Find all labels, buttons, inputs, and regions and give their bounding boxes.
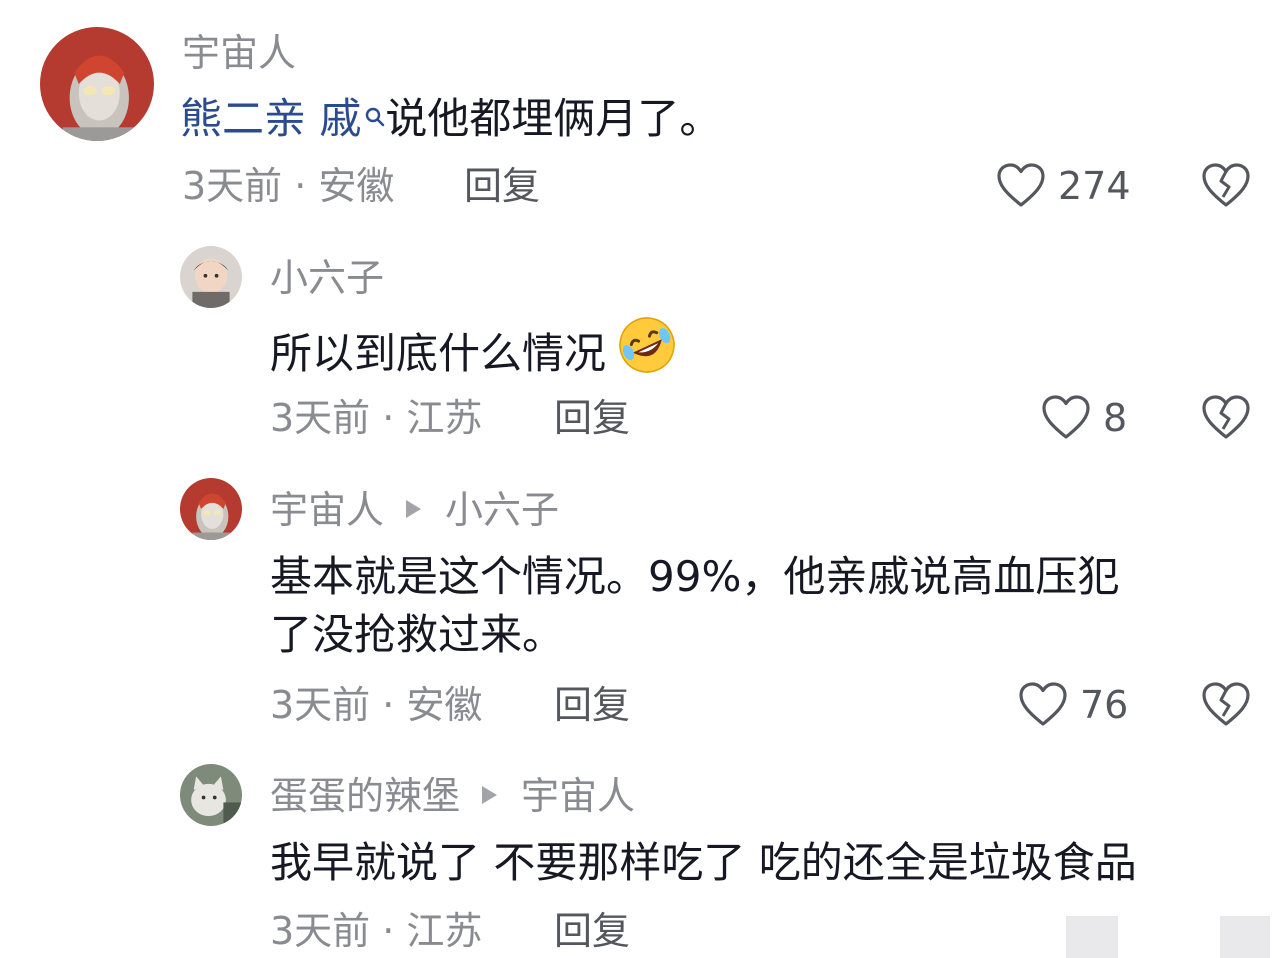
avatar[interactable] [40,27,154,141]
comment-username-row: 宇宙人 小六子 [270,491,559,529]
dislike-button[interactable] [1201,682,1251,732]
comment-username[interactable]: 宇宙人 [270,488,384,532]
rolling-laughing-emoji-icon [616,314,678,391]
broken-heart-icon [1202,163,1250,207]
reply-button[interactable]: 回复 [554,686,630,724]
comment-username[interactable]: 宇宙人 [182,34,296,72]
reply-button[interactable]: 回复 [554,912,630,950]
ultraman-avatar-icon [180,478,242,540]
heart-icon [996,163,1046,209]
comment-meta: 3天前 · 安徽 [270,683,483,727]
search-link-text: 熊二亲 戚 [180,94,362,143]
watermark [1220,916,1270,958]
comment-meta: 3天前 · 江苏 [270,909,483,953]
avatar[interactable] [180,478,242,540]
comment-meta: 3天前 · 江苏 [270,396,483,440]
broken-heart-icon [1202,395,1250,439]
search-icon [365,86,385,144]
reply-button[interactable]: 回复 [464,167,540,205]
child-avatar-icon [180,246,242,308]
avatar[interactable] [180,764,242,826]
like-button[interactable]: 274 [996,163,1131,209]
reply-to-username[interactable]: 宇宙人 [521,774,635,818]
reply-arrow-icon [406,499,422,518]
ultraman-avatar-icon [40,27,154,141]
dislike-button[interactable] [1201,163,1251,213]
comment-username[interactable]: 小六子 [270,259,384,297]
comment-text: 熊二亲 戚说他都埋俩月了。 [180,90,721,148]
comment-username[interactable]: 蛋蛋的辣堡 [270,774,460,818]
comment-text-body: 说他都埋俩月了。 [385,94,722,143]
comment-text-line: 基本就是这个情况。99%，他亲戚说高血压犯 [270,552,1120,601]
comment-meta: 3天前 · 安徽 [182,164,395,208]
reply-button[interactable]: 回复 [554,399,630,437]
comment-text: 我早就说了 不要那样吃了 吃的还全是垃圾食品 [270,838,1137,887]
like-button[interactable]: 8 [1041,395,1127,441]
cat-avatar-icon [180,764,242,826]
comment-text-body: 所以到底什么情况 [270,329,607,378]
comment-text: 基本就是这个情况。99%，他亲戚说高血压犯 了没抢救过来。 [270,548,1119,664]
comment-username-row: 蛋蛋的辣堡 宇宙人 [270,777,635,815]
search-link[interactable]: 熊二亲 戚 [180,94,385,143]
reply-to-username[interactable]: 小六子 [445,488,559,532]
like-count: 8 [1103,396,1128,440]
heart-icon [1041,395,1091,441]
dislike-button[interactable] [1201,395,1251,445]
comment-text: 所以到底什么情况 [270,317,678,395]
watermark [1066,916,1118,958]
like-count: 274 [1058,164,1131,208]
reply-arrow-icon [482,785,498,804]
like-button[interactable]: 76 [1018,682,1128,728]
broken-heart-icon [1202,682,1250,726]
heart-icon [1018,682,1068,728]
comment-text-line: 了没抢救过来。 [270,610,565,659]
avatar[interactable] [180,246,242,308]
like-count: 76 [1080,683,1129,727]
